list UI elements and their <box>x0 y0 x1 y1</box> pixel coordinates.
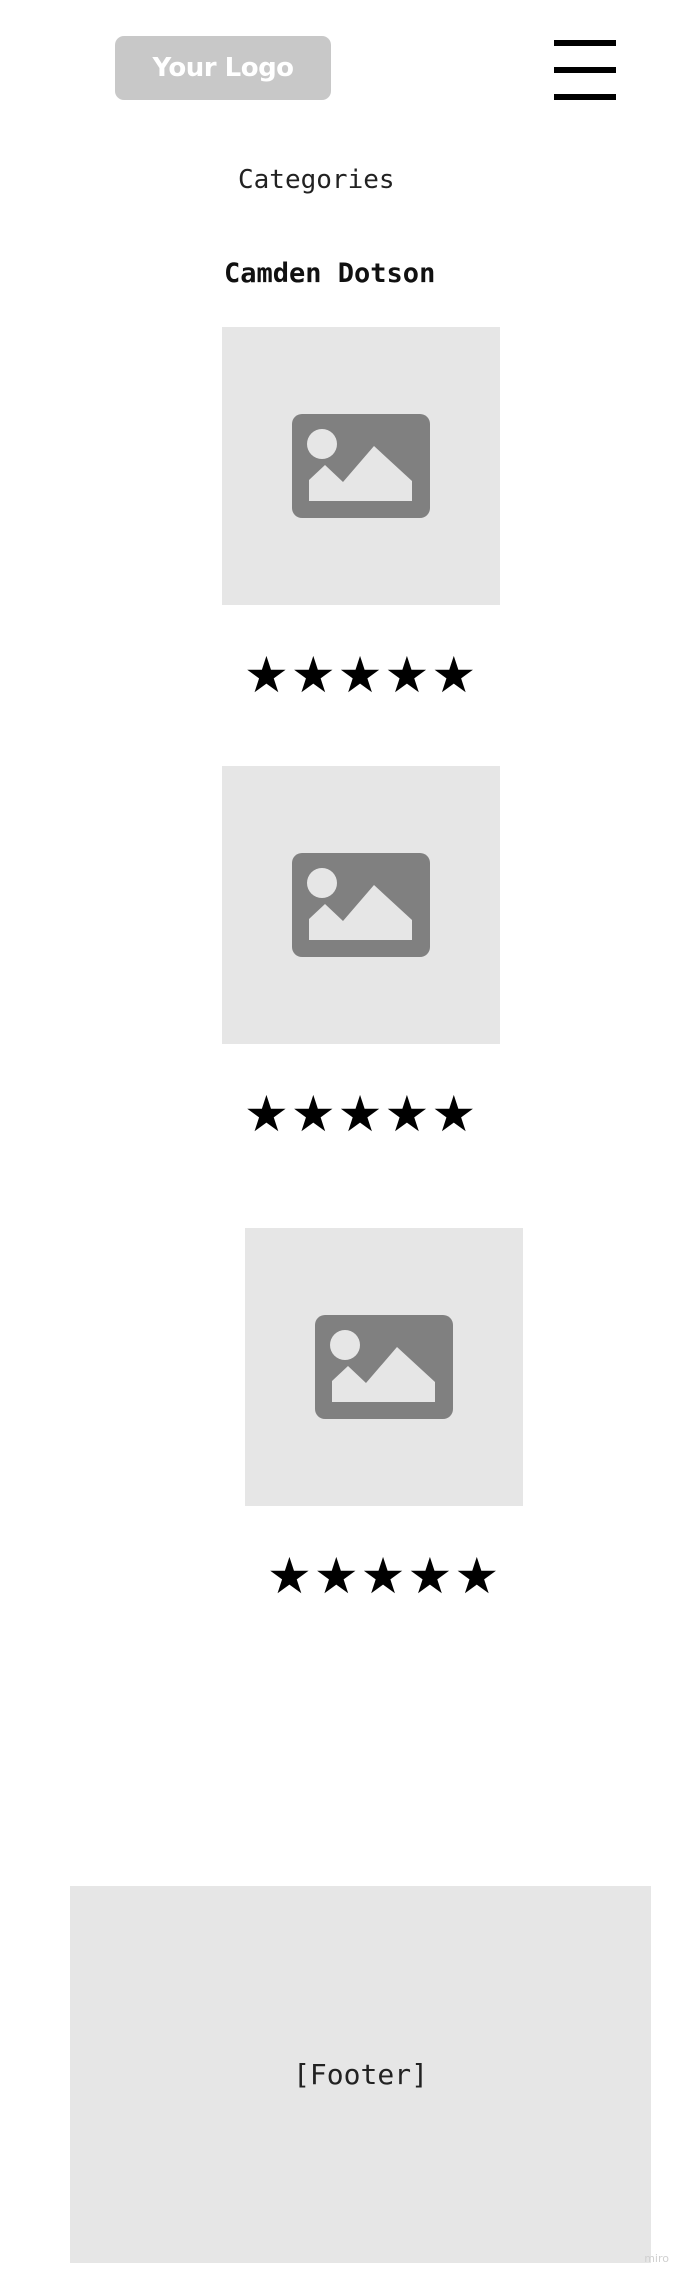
rating-stars-3[interactable]: ★ ★ ★ ★ ★ <box>267 1551 499 1601</box>
image-placeholder-icon <box>292 853 430 957</box>
star-icon[interactable]: ★ <box>384 650 429 700</box>
star-icon[interactable]: ★ <box>407 1551 452 1601</box>
menu-bar <box>554 40 616 46</box>
star-icon[interactable]: ★ <box>384 1089 429 1139</box>
rating-stars-2[interactable]: ★ ★ ★ ★ ★ <box>244 1089 476 1139</box>
star-icon[interactable]: ★ <box>244 1089 289 1139</box>
star-icon[interactable]: ★ <box>314 1551 359 1601</box>
product-image-2[interactable] <box>222 766 500 1044</box>
star-icon[interactable]: ★ <box>361 1551 406 1601</box>
product-image-3[interactable] <box>245 1228 523 1506</box>
footer: [Footer] <box>70 1886 651 2263</box>
star-icon[interactable]: ★ <box>431 1089 476 1139</box>
star-icon[interactable]: ★ <box>291 650 336 700</box>
star-icon[interactable]: ★ <box>431 650 476 700</box>
menu-bar <box>554 94 616 100</box>
image-placeholder-icon <box>292 414 430 518</box>
star-icon[interactable]: ★ <box>454 1551 499 1601</box>
star-icon[interactable]: ★ <box>244 650 289 700</box>
star-icon[interactable]: ★ <box>267 1551 312 1601</box>
star-icon[interactable]: ★ <box>338 1089 383 1139</box>
image-placeholder-icon <box>315 1315 453 1419</box>
product-image-1[interactable] <box>222 327 500 605</box>
rating-stars-1[interactable]: ★ ★ ★ ★ ★ <box>244 650 476 700</box>
star-icon[interactable]: ★ <box>291 1089 336 1139</box>
menu-bar <box>554 67 616 73</box>
watermark: miro <box>644 2252 669 2265</box>
hamburger-menu-icon[interactable] <box>554 40 616 102</box>
footer-label: [Footer] <box>293 2058 428 2091</box>
author-name: Camden Dotson <box>224 258 436 289</box>
categories-link[interactable]: Categories <box>238 165 395 195</box>
star-icon[interactable]: ★ <box>338 650 383 700</box>
logo[interactable]: Your Logo <box>115 36 331 100</box>
